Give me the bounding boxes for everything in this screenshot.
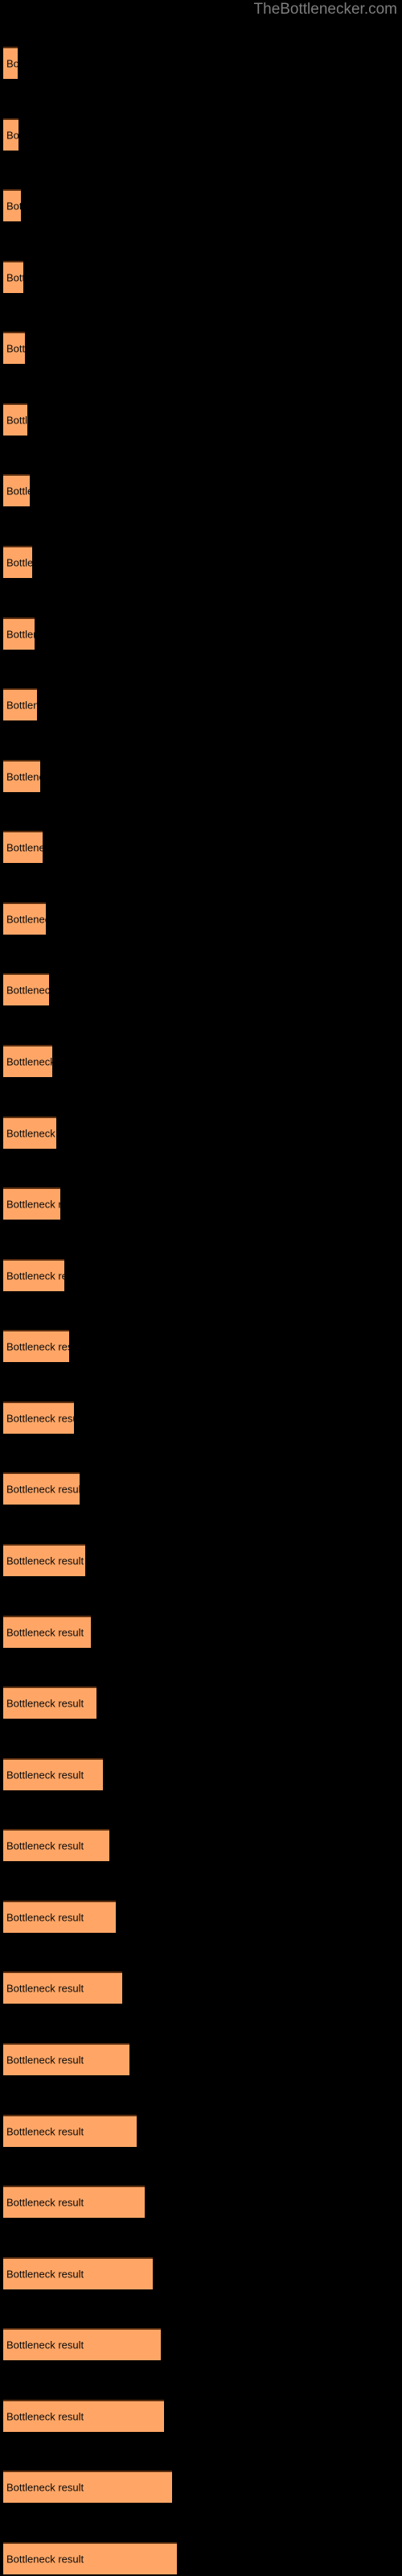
chart-bar[interactable]: Bottleneck result (3, 831, 43, 864)
chart-bar[interactable]: Bottleneck result (3, 2114, 137, 2147)
bar-label: Bottleneck result (6, 1127, 56, 1140)
chart-bar[interactable]: Bottleneck result (3, 1686, 96, 1719)
chart-bar[interactable]: Bottleneck result (3, 260, 23, 293)
bar-label: Bottleneck result (6, 485, 30, 497)
chart-bar[interactable]: Bottleneck result (3, 546, 32, 578)
bar-label: Bottleneck result (6, 57, 18, 70)
bar-label: Bottleneck result (6, 984, 49, 997)
bar-label: Bottleneck result (6, 556, 32, 569)
chart-bar[interactable]: Bottleneck result (3, 2256, 153, 2289)
bar-label: Bottleneck result (6, 1554, 84, 1567)
bar-label: Bottleneck result (6, 271, 23, 284)
chart-bar[interactable]: Bottleneck result (3, 1045, 52, 1077)
bar-chart: TheBottlenecker.com Bottleneck resultBot… (0, 0, 402, 2576)
chart-bar[interactable]: Bottleneck result (3, 1829, 109, 1862)
chart-bar[interactable]: Bottleneck result (3, 617, 35, 650)
bar-label: Bottleneck result (6, 1412, 74, 1425)
chart-bar[interactable]: Bottleneck result (3, 759, 40, 792)
chart-bar[interactable]: Bottleneck result (3, 1472, 80, 1505)
chart-bar[interactable]: Bottleneck result (3, 1258, 64, 1291)
bar-label: Bottleneck result (6, 1269, 64, 1282)
chart-bar[interactable]: Bottleneck result (3, 2043, 129, 2075)
bar-label: Bottleneck result (6, 2481, 84, 2494)
bars-layer: Bottleneck result Bottleneck result Bottle… (0, 0, 402, 2576)
chart-bar[interactable]: Bottleneck result (3, 402, 27, 436)
bar-label: Bottleneck result (6, 2410, 84, 2423)
chart-bar[interactable]: Bottleneck result (3, 2399, 164, 2432)
bar-label: Bottleneck result (6, 1697, 84, 1710)
chart-bar[interactable]: Bottleneck result (3, 1544, 85, 1576)
chart-bar[interactable]: Bottleneck result (3, 902, 46, 935)
bar-label: Bottleneck result (6, 1198, 60, 1211)
chart-bar[interactable]: Bottleneck result (3, 1116, 56, 1149)
chart-bar[interactable]: Bottleneck result (3, 474, 30, 507)
bar-label: Bottleneck result (6, 2339, 84, 2351)
bar-label: Bottleneck result (6, 414, 27, 427)
chart-bar[interactable]: Bottleneck result (3, 1971, 122, 2004)
bar-label: Bottleneck result (6, 628, 35, 641)
chart-bar[interactable]: Bottleneck result (3, 688, 37, 721)
bar-label: Bottleneck result (6, 200, 21, 213)
bar-label: Bottleneck result (6, 770, 40, 783)
bar-label: Bottleneck result (6, 2553, 84, 2566)
bar-label: Bottleneck result (6, 699, 37, 712)
chart-bar[interactable]: Bottleneck result (3, 1615, 91, 1648)
bar-label: Bottleneck result (6, 2054, 84, 2066)
bar-label: Bottleneck result (6, 2125, 84, 2138)
bar-label: Bottleneck result (6, 1483, 80, 1496)
chart-bar[interactable]: Bottleneck result (3, 973, 49, 1006)
chart-bar[interactable]: Bottleneck result (3, 118, 18, 151)
chart-bar[interactable]: Bottleneck result (3, 2328, 161, 2361)
bar-label: Bottleneck result (6, 2196, 84, 2209)
bar-label: Bottleneck result (6, 1769, 84, 1781)
bar-label: Bottleneck result (6, 1055, 52, 1068)
chart-bar[interactable]: Bottleneck result (3, 1401, 74, 1434)
bar-label: Bottleneck result (6, 841, 43, 854)
chart-bar[interactable]: Bottleneck result (3, 1187, 60, 1220)
bar-label: Bottleneck result (6, 1911, 84, 1924)
bar-label: Bottleneck result (6, 1626, 84, 1639)
bar-label: Bottleneck result (6, 1340, 69, 1353)
bar-label: Bottleneck result (6, 129, 18, 142)
chart-bar[interactable]: Bottleneck result (3, 332, 25, 365)
bar-label: Bottleneck result (6, 1839, 84, 1852)
chart-bar[interactable]: Bottleneck result (3, 189, 21, 222)
chart-bar[interactable]: Bottleneck result (3, 1330, 69, 1363)
bar-label: Bottleneck result (6, 2268, 84, 2281)
chart-bar[interactable]: Bottleneck result (3, 2186, 145, 2219)
chart-bar[interactable]: Bottleneck result (3, 2542, 177, 2574)
bar-label: Bottleneck result (6, 342, 25, 355)
chart-bar[interactable]: Bottleneck result (3, 47, 18, 79)
bar-label: Bottleneck result (6, 1982, 84, 1995)
chart-bar[interactable]: Bottleneck result (3, 1900, 116, 1933)
bar-label: Bottleneck result (6, 913, 46, 926)
chart-bar[interactable]: Bottleneck result (3, 1757, 103, 1790)
chart-bar[interactable]: Bottleneck result (3, 2471, 172, 2504)
